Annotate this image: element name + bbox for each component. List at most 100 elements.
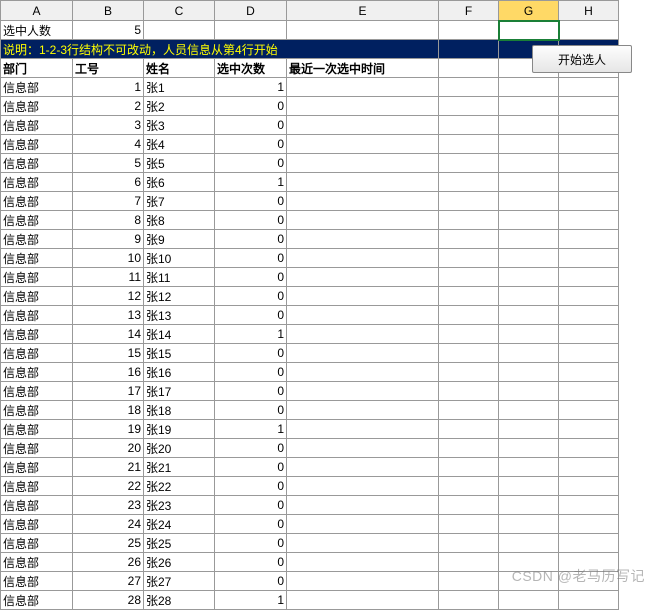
cell-id[interactable]: 12 [73,287,144,306]
cell-id[interactable]: 5 [73,154,144,173]
cell-count[interactable]: 0 [215,439,287,458]
cell-dept[interactable]: 信息部 [1,401,73,420]
cell-name[interactable]: 张15 [144,344,215,363]
cell-blank[interactable] [559,287,619,306]
cell-blank[interactable] [499,287,559,306]
cell-name[interactable]: 张3 [144,116,215,135]
cell-name[interactable]: 张24 [144,515,215,534]
cell-id[interactable]: 24 [73,515,144,534]
cell-last-time[interactable] [287,287,439,306]
cell-blank[interactable] [439,401,499,420]
cell-name[interactable]: 张26 [144,553,215,572]
cell-id[interactable]: 13 [73,306,144,325]
cell-count[interactable]: 0 [215,97,287,116]
cell-blank[interactable] [439,534,499,553]
cell-name[interactable]: 张8 [144,211,215,230]
table-row[interactable]: 信息部19张191 [1,420,619,439]
cell-blank[interactable] [439,116,499,135]
cell-dept[interactable]: 信息部 [1,534,73,553]
cell-dept[interactable]: 信息部 [1,572,73,591]
cell-blank[interactable] [499,306,559,325]
cell-dept[interactable]: 信息部 [1,154,73,173]
cell-blank[interactable] [439,97,499,116]
cell-blank[interactable] [499,591,559,610]
cell-blank[interactable] [439,439,499,458]
cell-dept[interactable]: 信息部 [1,515,73,534]
cell-last-time[interactable] [287,97,439,116]
table-row[interactable]: 信息部14张141 [1,325,619,344]
table-row[interactable]: 信息部15张150 [1,344,619,363]
table-row[interactable]: 信息部28张281 [1,591,619,610]
cell-blank[interactable] [499,21,559,40]
cell-id[interactable]: 19 [73,420,144,439]
cell-last-time[interactable] [287,477,439,496]
cell-blank[interactable] [499,496,559,515]
column-header-E[interactable]: E [287,1,439,21]
cell-blank[interactable] [559,458,619,477]
cell-count[interactable]: 0 [215,401,287,420]
cell-count[interactable]: 0 [215,496,287,515]
table-row[interactable]: 信息部2张20 [1,97,619,116]
cell-blank[interactable] [559,534,619,553]
cell-id[interactable]: 1 [73,78,144,97]
cell-blank[interactable] [439,306,499,325]
cell-last-time[interactable] [287,78,439,97]
cell-blank[interactable] [499,325,559,344]
cell-count[interactable]: 1 [215,325,287,344]
cell-blank[interactable] [499,211,559,230]
cell-last-time[interactable] [287,420,439,439]
cell-last-time[interactable] [287,382,439,401]
cell-dept[interactable]: 信息部 [1,458,73,477]
cell-blank[interactable] [499,268,559,287]
cell-count[interactable]: 0 [215,344,287,363]
cell-blank[interactable] [559,78,619,97]
cell-id[interactable]: 21 [73,458,144,477]
cell-blank[interactable] [559,135,619,154]
cell-blank[interactable] [439,344,499,363]
cell-dept[interactable]: 信息部 [1,591,73,610]
table-row[interactable]: 信息部24张240 [1,515,619,534]
cell-blank[interactable] [499,363,559,382]
cell-dept[interactable]: 信息部 [1,287,73,306]
table-row[interactable]: 信息部11张110 [1,268,619,287]
table-row[interactable]: 信息部22张220 [1,477,619,496]
cell-id[interactable]: 6 [73,173,144,192]
cell-last-time[interactable] [287,306,439,325]
cell-last-time[interactable] [287,173,439,192]
cell-name[interactable]: 张20 [144,439,215,458]
cell-blank[interactable] [559,230,619,249]
table-row[interactable]: 信息部3张30 [1,116,619,135]
cell-id[interactable]: 25 [73,534,144,553]
start-pick-button[interactable]: 开始选人 [532,45,632,73]
cell-dept[interactable]: 信息部 [1,325,73,344]
cell-blank[interactable] [439,59,499,78]
cell-blank[interactable] [439,78,499,97]
cell-id[interactable]: 26 [73,553,144,572]
cell-blank[interactable] [439,496,499,515]
cell-last-time[interactable] [287,344,439,363]
cell-last-time[interactable] [287,572,439,591]
cell-count[interactable]: 0 [215,572,287,591]
cell-id[interactable]: 18 [73,401,144,420]
cell-blank[interactable] [559,211,619,230]
cell-blank[interactable] [439,40,499,59]
cell-blank[interactable] [559,325,619,344]
cell-id[interactable]: 16 [73,363,144,382]
column-header-D[interactable]: D [215,1,287,21]
table-row[interactable]: 信息部23张230 [1,496,619,515]
cell-count[interactable]: 0 [215,477,287,496]
column-header-A[interactable]: A [1,1,73,21]
cell-name[interactable]: 张9 [144,230,215,249]
cell-last-time[interactable] [287,230,439,249]
cell-blank[interactable] [499,401,559,420]
cell-blank[interactable] [439,135,499,154]
cell-name[interactable]: 张22 [144,477,215,496]
cell-last-time[interactable] [287,401,439,420]
cell-blank[interactable] [439,154,499,173]
value-selected-count[interactable]: 5 [73,21,144,40]
cell-id[interactable]: 15 [73,344,144,363]
cell-blank[interactable] [499,97,559,116]
cell-name[interactable]: 张7 [144,192,215,211]
cell-blank[interactable] [499,458,559,477]
cell-name[interactable]: 张21 [144,458,215,477]
